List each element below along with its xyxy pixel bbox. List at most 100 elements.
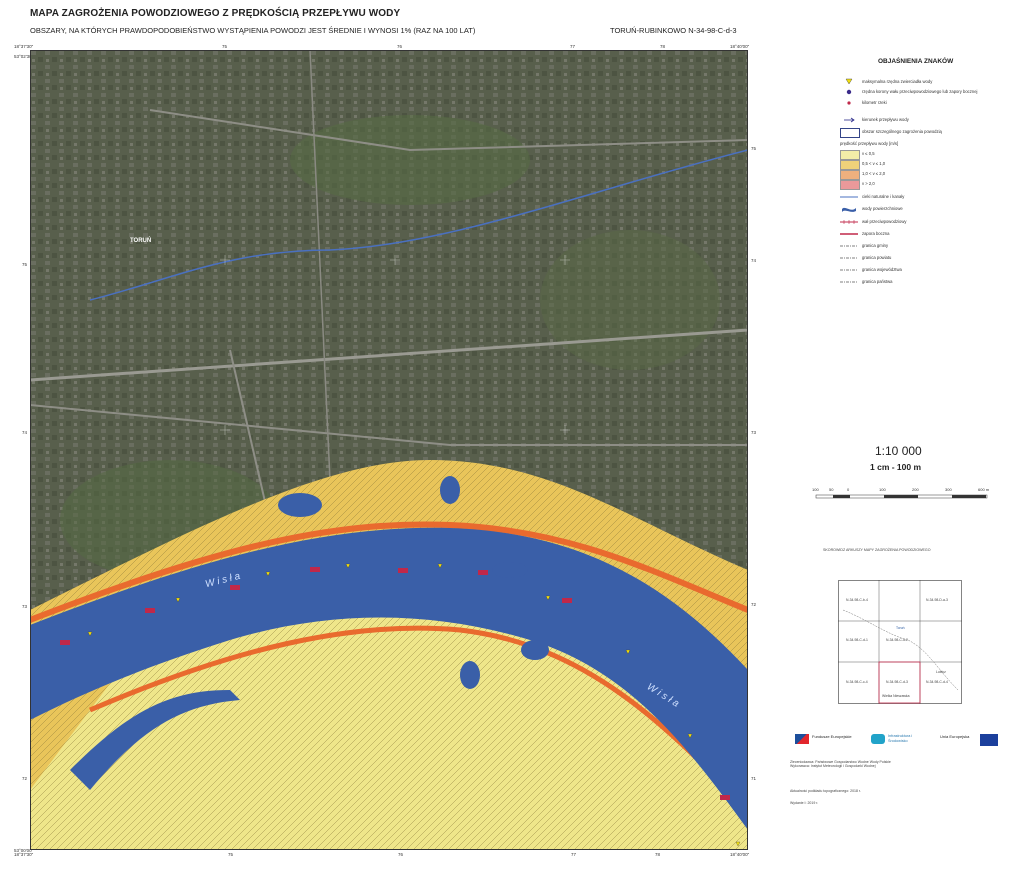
legend-item: granica powiatu [790,254,995,264]
legend-item-label: granica województwa [862,267,902,272]
coord-bottom-75: 75 [228,852,234,857]
legend-item-label: rzędna korony wału przeciwpowodziowego l… [862,89,978,94]
credits: Zleceniodawca: Państwowe Gospodarstwo Wo… [790,760,990,806]
index-map: N-34-98-C-b-4 N-34-98-D-a-3 N-34-98-C-d-… [838,580,962,704]
coord-top-77: 77 [570,44,576,49]
hazard-area-icon [840,128,860,138]
funds-logo-text: Fundusze Europejskie [812,734,852,739]
swatch-icon [840,150,860,160]
legend-item: 1,0 < v ≤ 2,0 [790,170,995,180]
km-marker-icon [840,99,858,107]
boundary-icon [840,254,858,262]
sheet-code: TORUŃ-RUBINKOWO N-34-98-C-d-3 [610,26,737,35]
coord-top-right: 18°40'00" [730,44,750,49]
index-cell: N-34-98-C-d-1 [846,638,868,642]
coord-top-78: 78 [660,44,666,49]
eu-flag-icon [980,734,998,746]
index-cell: N-34-98-C-c-4 [846,680,868,684]
legend-item: v > 2,0 [790,180,995,190]
index-cell: N-34-98-D-a-3 [926,598,948,602]
logos: Fundusze Europejskie Infrastruktura i Śr… [795,732,1024,752]
city-label: TORUŃ [130,238,152,244]
lake [492,562,528,578]
triangle-marker-icon [840,78,858,86]
swatch-icon [840,160,860,170]
scale-ratio: 1:10 000 [875,444,922,458]
levee-icon [840,218,858,226]
legend-item-label: 0,5 < v ≤ 1,0 [862,161,886,166]
legend-item: 0,5 < v ≤ 1,0 [790,160,995,170]
scale-label: 50 [829,487,834,492]
legend-item: wał przeciwpowodziowy [790,218,995,228]
eu-logo-text: Unia Europejska [940,734,970,739]
scale-label: 100 [879,487,886,492]
credit-line: Aktualność podkładu topograficznego: 201… [790,788,861,793]
index-cell: N-34-98-C-d-3 [886,680,908,684]
lake [460,661,480,689]
funds-logo-icon [795,734,809,744]
boundary-icon [840,266,858,274]
river-line-icon [840,193,858,201]
scale-text: 1 cm - 100 m [870,462,922,472]
legend-item-label: wał przeciwpowodziowy [862,219,907,224]
legend-item-label: zapora boczna [862,231,890,236]
lake [521,640,549,660]
flow-arrow-icon [840,116,858,124]
scale-label: 300 [945,487,952,492]
swatch-icon [840,180,860,190]
boundary-icon [840,278,858,286]
coord-top-left: 18°37'30" [14,44,34,49]
index-place: Wielka Nieszawka [882,694,910,698]
green-area [540,230,720,370]
scale-label: 200 [912,487,919,492]
program-logo-icon [871,734,885,744]
index-map-title: SKOROWIDZ ARKUSZY MAPY ZAGROŻENIA POWODZ… [823,548,931,552]
legend-title: OBJAŚNIENIA ZNAKÓW [878,58,954,65]
coord-bottom-77: 77 [571,852,577,857]
map-subtitle: OBSZARY, NA KTÓRYCH PRAWDOPODOBIEŃSTWO W… [30,26,476,35]
legend-item-label: prędkość przepływu wody [m/s] [840,141,899,146]
legend-item-label: v ≤ 0,5 [862,151,875,156]
program-logo-text: Infrastruktura i Środowisko [888,734,913,743]
coord-top-75: 75 [222,44,228,49]
coord-bottom-right: 18°40'00" [730,852,750,857]
credit-line: Wydanie I: 2019 r. [790,801,819,806]
coord-right-74: 74 [751,258,757,263]
legend-item-label: maksymalna rzędna zwierciadła wody [862,79,933,84]
legend-item-label: 1,0 < v ≤ 2,0 [862,171,886,176]
dam-icon [840,230,858,238]
legend-item-label: kierunek przepływu wody [862,117,909,122]
coord-right-73: 73 [751,430,757,435]
coord-left-74: 74 [22,430,28,435]
legend-item-label: v > 2,0 [862,181,875,186]
swatch-icon [840,170,860,180]
legend-item-label: obszar szczególnego zagrożenia powodzią [862,129,942,134]
coord-left-75: 75 [22,262,28,267]
flood-map[interactable]: TORUŃ W i s ł a W i s ł a [30,50,748,850]
coord-bottom-78: 78 [655,852,661,857]
legend-item: zapora boczna [790,230,995,240]
credit-line: Wykonawca: Instytut Meteorologii i Gospo… [790,764,876,769]
index-place: Lubicz [936,670,946,674]
scale-label: 600 m [978,487,990,492]
coord-right-71: 71 [751,776,757,781]
coord-top-76: 76 [397,44,403,49]
coord-bottom-76: 76 [398,852,404,857]
scale-bar [815,494,988,499]
legend-item: rzędna korony wału przeciwpowodziowego l… [790,88,995,98]
index-cell: N-34-98-C-b-4 [846,598,868,602]
legend-item: granica województwa [790,266,995,276]
coord-right-75: 75 [751,146,757,151]
legend-item-label: kilometr rzeki [862,100,887,105]
legend-item: obszar szczególnego zagrożenia powodzią [790,128,995,138]
legend-item: v ≤ 0,5 [790,150,995,160]
legend-item-label: granica powiatu [862,255,892,260]
green-area [290,115,530,205]
legend-item: wody powierzchniowe [790,205,995,215]
legend-item-label: wody powierzchniowe [862,206,903,211]
legend-item: granica gminy [790,242,995,252]
water-area-icon [840,205,858,213]
map-canvas [30,50,748,850]
legend-item: prędkość przepływu wody [m/s] [790,140,995,150]
index-place: Toruń [896,626,905,630]
